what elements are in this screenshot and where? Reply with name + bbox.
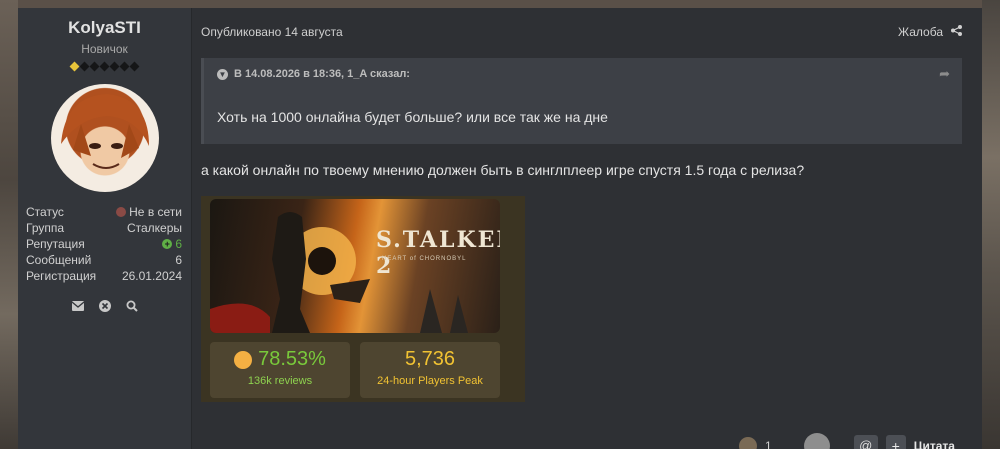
stat-label: Группа [26, 221, 65, 235]
forum-post: KolyaSTI Новичок Статус Не в сети Группа… [18, 8, 982, 449]
stat-row-reputation: Репутация + 6 [26, 236, 182, 252]
rank-pips [69, 61, 140, 72]
rating-value: 78.53% [258, 348, 326, 370]
author-rank: Новичок [81, 42, 128, 56]
share-icon[interactable] [951, 25, 962, 39]
peak-value: 5,736 [404, 348, 456, 370]
posts-value: 6 [175, 253, 182, 267]
plus-circle-icon: + [162, 239, 173, 249]
game-banner: S.TALKER 2 HEART of CHORNOBYL [210, 199, 500, 333]
game-subtitle: HEART of CHORNOBYL [382, 256, 467, 262]
page-background-left [0, 0, 18, 449]
author-name[interactable]: KolyaSTI [68, 18, 141, 38]
search-icon[interactable] [126, 300, 138, 312]
mention-button[interactable]: @ [853, 435, 878, 449]
smiley-icon [234, 350, 253, 369]
game-title: S.TALKER 2 [376, 227, 500, 279]
reaction-count: 1 [765, 439, 772, 449]
rank-pip-icon [89, 61, 100, 72]
reaction-icon[interactable] [739, 437, 757, 449]
quote-header: ▼ В 14.08.2026 в 18:36, 1_A сказал: [217, 68, 410, 80]
post-date[interactable]: Опубликовано 14 августа [201, 25, 343, 39]
block-icon[interactable] [98, 300, 111, 312]
offline-status-icon [116, 207, 127, 217]
stat-row-registration: Регистрация 26.01.2024 [26, 268, 182, 284]
stat-value: Не в сети [116, 205, 182, 219]
like-reaction-icon[interactable] [803, 433, 830, 449]
quote-button[interactable]: Цитата [914, 439, 955, 449]
rank-pip-icon [129, 61, 140, 72]
group-value: Сталкеры [126, 221, 182, 235]
status-value: Не в сети [129, 205, 182, 219]
post-content: Опубликовано 14 августа Жалоба ▼ В 14.08… [192, 8, 982, 449]
stat-row-status: Статус Не в сети [26, 204, 182, 220]
quote-share-icon[interactable]: ➦ [939, 66, 950, 82]
rating-value-row: 78.53% [210, 348, 350, 371]
stat-label: Репутация [26, 237, 85, 251]
author-panel: KolyaSTI Новичок Статус Не в сети Группа… [18, 8, 192, 449]
quote-citation[interactable]: В 14.08.2026 в 18:36, 1_A сказал: [234, 68, 410, 80]
peak-label: 24-hour Players Peak [377, 375, 483, 387]
chevron-down-icon[interactable]: ▼ [217, 68, 228, 80]
stat-row-group: Группа Сталкеры [26, 220, 182, 236]
multiquote-button[interactable]: + [885, 435, 906, 449]
stat-label: Статус [26, 205, 64, 219]
envelope-icon[interactable] [71, 300, 84, 312]
post-body-text: а какой онлайн по твоему мнению должен б… [201, 162, 805, 178]
author-actions [71, 300, 138, 312]
stat-label: Регистрация [26, 269, 97, 283]
peak-box: 5,736 24-hour Players Peak [360, 342, 500, 398]
quote-text: Хоть на 1000 онлайна будет больше? или в… [217, 109, 608, 125]
post-actions-top: Жалоба [898, 25, 962, 39]
stat-label: Сообщений [26, 253, 92, 267]
report-link[interactable]: Жалоба [898, 25, 943, 39]
steam-stats-image: S.TALKER 2 HEART of CHORNOBYL 78.53% 136… [201, 196, 525, 402]
author-stats: Статус Не в сети Группа Сталкеры Репутац… [18, 204, 191, 284]
quote-block: ▼ В 14.08.2026 в 18:36, 1_A сказал: ➦ Хо… [201, 58, 962, 144]
stat-row-posts: Сообщений 6 [26, 252, 182, 268]
page-background-right [982, 0, 1000, 449]
rank-pip-icon [79, 61, 90, 72]
review-count: 136k reviews [247, 375, 313, 387]
rank-pip-icon [69, 61, 80, 72]
post-footer: 1 @ + Цитата [739, 433, 955, 449]
registration-value: 26.01.2024 [121, 269, 182, 283]
reputation-value: + 6 [162, 237, 182, 251]
reputation-count: 6 [175, 237, 182, 251]
avatar[interactable] [50, 84, 159, 192]
rank-pip-icon [99, 61, 110, 72]
rank-pip-icon [119, 61, 130, 72]
rank-pip-icon [109, 61, 120, 72]
rating-box: 78.53% 136k reviews [210, 342, 350, 398]
